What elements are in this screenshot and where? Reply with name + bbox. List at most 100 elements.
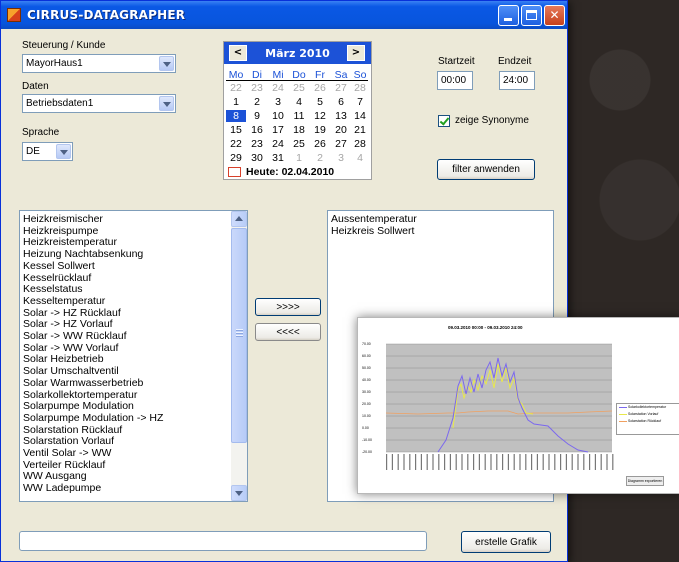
chevron-down-icon[interactable]	[159, 96, 174, 111]
list-item[interactable]: Solarstation Vorlauf	[23, 436, 114, 447]
list-item[interactable]: Verteiler Rücklauf	[23, 459, 105, 471]
list-item[interactable]: WW Ladepumpe	[23, 483, 101, 494]
list-item[interactable]: Solar Umschaltventil	[23, 366, 119, 377]
x-tick-label	[612, 454, 614, 470]
list-item[interactable]: Aussentemperatur	[331, 214, 417, 225]
x-tick-label	[565, 454, 567, 470]
calendar-day[interactable]: 3	[268, 96, 288, 108]
calendar-day[interactable]: 29	[226, 152, 246, 164]
title-bar[interactable]: CIRRUS-DATAGRAPHER ✕	[1, 1, 567, 29]
list-item[interactable]: Heizkreispumpe	[23, 225, 98, 237]
calendar-day[interactable]: 1	[289, 152, 309, 164]
next-month-button[interactable]: >	[347, 45, 365, 61]
list-item[interactable]: Heizkreismischer	[23, 214, 103, 225]
calendar-day[interactable]: 22	[226, 82, 246, 94]
calendar-day[interactable]: 25	[289, 138, 309, 150]
list-scrollbar[interactable]	[231, 211, 247, 501]
scroll-down-icon[interactable]	[231, 485, 247, 501]
start-time-input[interactable]: 00:00	[437, 71, 473, 90]
calendar-day[interactable]: 26	[310, 138, 330, 150]
calendar-day[interactable]: 12	[310, 110, 330, 122]
calendar-day[interactable]: 23	[247, 138, 267, 150]
list-item[interactable]: Heizkreis Sollwert	[331, 225, 414, 237]
calendar-day[interactable]: 20	[331, 124, 351, 136]
calendar-day[interactable]: 8	[226, 110, 246, 122]
chevron-down-icon[interactable]	[56, 144, 71, 159]
calendar-day[interactable]: 16	[247, 124, 267, 136]
scroll-up-icon[interactable]	[231, 211, 247, 227]
end-time-label: Endzeit	[498, 56, 532, 67]
language-select[interactable]: DE	[22, 142, 73, 161]
list-item[interactable]: Solarkollektortemperatur	[23, 389, 137, 401]
calendar-day[interactable]: 18	[289, 124, 309, 136]
calendar-day[interactable]: 1	[226, 96, 246, 108]
calendar-day[interactable]: 2	[247, 96, 267, 108]
calendar-day[interactable]: 5	[310, 96, 330, 108]
calendar-day[interactable]: 15	[226, 124, 246, 136]
chevron-down-icon[interactable]	[159, 56, 174, 71]
calendar-day[interactable]: 28	[350, 138, 370, 150]
calendar-day[interactable]: 24	[268, 82, 288, 94]
list-item[interactable]: Kessel Sollwert	[23, 260, 95, 272]
end-time-input[interactable]: 24:00	[499, 71, 535, 90]
calendar-day[interactable]: 13	[331, 110, 351, 122]
calendar-day[interactable]: 24	[268, 138, 288, 150]
calendar-day[interactable]: 2	[310, 152, 330, 164]
today-link[interactable]: Heute: 02.04.2010	[246, 166, 334, 178]
calendar-day[interactable]: 11	[289, 110, 309, 122]
list-item[interactable]: WW Ausgang	[23, 471, 87, 482]
list-item[interactable]: Kesselrücklauf	[23, 272, 91, 284]
list-item[interactable]: Kesseltemperatur	[23, 295, 105, 307]
synonyms-checkbox[interactable]	[438, 115, 450, 127]
calendar-day[interactable]: 30	[247, 152, 267, 164]
calendar-day[interactable]: 17	[268, 124, 288, 136]
date-calendar[interactable]: < März 2010 > Mo Di Mi Do Fr Sa So 22 23 24 25 26 27…	[223, 41, 372, 180]
list-item[interactable]: Solarpumpe Modulation	[23, 401, 134, 412]
create-chart-button[interactable]: erstelle Grafik	[461, 531, 551, 553]
list-item[interactable]: Solar Warmwasserbetrieb	[23, 377, 143, 389]
maximize-button[interactable]	[521, 5, 542, 26]
calendar-day[interactable]: 10	[268, 110, 288, 122]
calendar-day[interactable]: 4	[350, 152, 370, 164]
remove-field-button[interactable]: <<<<	[255, 323, 321, 341]
calendar-day[interactable]: 19	[310, 124, 330, 136]
calendar-day[interactable]: 3	[331, 152, 351, 164]
list-item[interactable]: Heizkreistemperatur	[23, 237, 117, 248]
calendar-day[interactable]: 21	[350, 124, 370, 136]
list-item[interactable]: Ventil Solar -> WW	[23, 448, 111, 459]
customer-select[interactable]: MayorHaus1	[22, 54, 176, 73]
calendar-day[interactable]: 14	[350, 110, 370, 122]
calendar-day[interactable]: 25	[289, 82, 309, 94]
list-item[interactable]: Heizung Nachtabsenkung	[23, 249, 143, 260]
data-select[interactable]: Betriebsdaten1	[22, 94, 176, 113]
calendar-day[interactable]: 7	[350, 96, 370, 108]
status-field	[19, 531, 427, 551]
filter-button[interactable]: filter anwenden	[437, 159, 535, 180]
list-item[interactable]: Solar -> HZ Rücklauf	[23, 307, 121, 319]
available-fields-list[interactable]: Heizkreismischer Heizkreispumpe Heizkreist…	[19, 210, 248, 502]
calendar-day[interactable]: 6	[331, 96, 351, 108]
list-item[interactable]: Solar Heizbetrieb	[23, 354, 104, 365]
calendar-day[interactable]: 27	[331, 82, 351, 94]
list-item[interactable]: Solar -> HZ Vorlauf	[23, 319, 113, 330]
calendar-day[interactable]: 23	[247, 82, 267, 94]
add-field-button[interactable]: >>>>	[255, 298, 321, 316]
x-tick-label	[531, 454, 533, 470]
calendar-day[interactable]: 9	[247, 110, 267, 122]
list-item[interactable]: Solar -> WW Vorlauf	[23, 342, 118, 354]
list-item[interactable]: Solarpumpe Modulation -> HZ	[23, 412, 163, 424]
export-chart-button[interactable]: Diagramm exportieren	[626, 476, 664, 486]
calendar-day[interactable]: 31	[268, 152, 288, 164]
close-button[interactable]: ✕	[544, 5, 565, 26]
calendar-day[interactable]: 22	[226, 138, 246, 150]
list-item[interactable]: Kesselstatus	[23, 284, 83, 295]
minimize-button[interactable]	[498, 5, 519, 26]
scroll-thumb[interactable]	[231, 228, 247, 443]
calendar-day[interactable]: 26	[310, 82, 330, 94]
calendar-day[interactable]: 28	[350, 82, 370, 94]
calendar-day[interactable]: 4	[289, 96, 309, 108]
list-item[interactable]: Solar -> WW Rücklauf	[23, 331, 127, 342]
calendar-day[interactable]: 27	[331, 138, 351, 150]
y-tick-label: 60.00	[362, 354, 371, 358]
list-item[interactable]: Solarstation Rücklauf	[23, 424, 122, 436]
